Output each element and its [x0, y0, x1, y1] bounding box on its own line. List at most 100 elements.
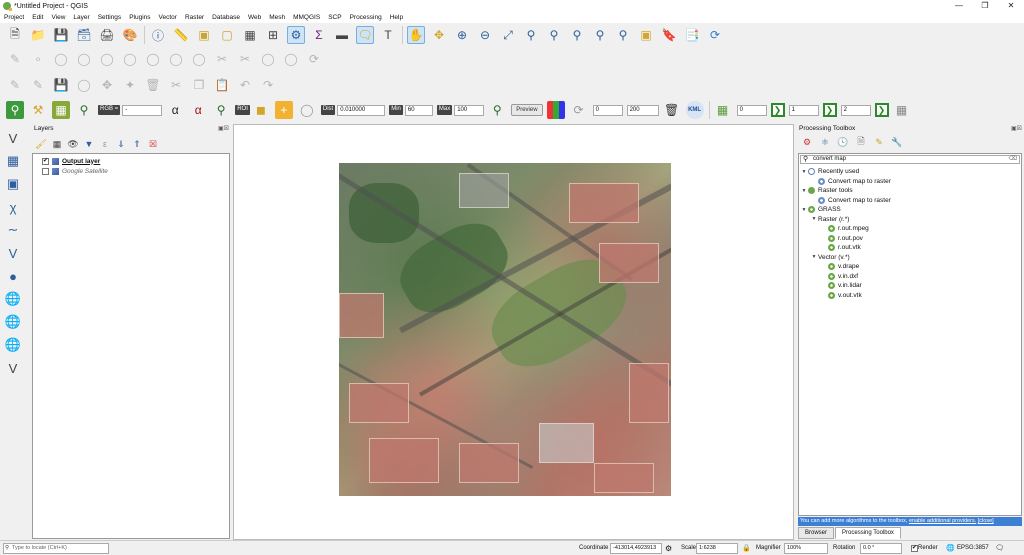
history-icon[interactable]: 🕓: [837, 136, 849, 148]
band-a-next-icon[interactable]: ❯: [770, 103, 785, 117]
move-feature-icon[interactable]: ✥: [98, 76, 116, 94]
toolbox-tree-item[interactable]: Convert map to raster: [800, 196, 1020, 206]
menu-web[interactable]: Web: [248, 14, 261, 21]
scp-roi-icon[interactable]: α: [189, 101, 207, 119]
offset-curve-icon[interactable]: ◯: [190, 50, 208, 68]
toolbox-tree-item[interactable]: v.in.dxf: [800, 272, 1020, 282]
add-group-icon[interactable]: ▦: [51, 138, 63, 150]
text-annotation-icon[interactable]: T: [379, 26, 397, 44]
zoom-to-layer-icon[interactable]: ⚲: [545, 26, 563, 44]
coordinate-field[interactable]: -413014,4923913: [610, 543, 662, 554]
toolbox-tree-item[interactable]: r.out.vtk: [800, 243, 1020, 253]
crs-button[interactable]: EPSG:3857: [957, 544, 989, 553]
rotate-point-icon[interactable]: ⟳: [305, 50, 323, 68]
zoom-to-selection-icon[interactable]: ⚲: [522, 26, 540, 44]
kml-icon[interactable]: KML: [685, 101, 704, 119]
band-b-input[interactable]: 1: [788, 104, 819, 116]
menu-processing[interactable]: Processing: [350, 14, 382, 21]
vertex-tool-icon[interactable]: ✦: [121, 76, 139, 94]
add-delimited-text-icon[interactable]: χ: [3, 198, 23, 216]
menu-database[interactable]: Database: [212, 14, 240, 21]
results-viewer-icon[interactable]: 🗎: [855, 136, 867, 148]
scp-tools-icon[interactable]: ⚒: [29, 101, 47, 119]
maximize-button[interactable]: ❐: [972, 0, 998, 12]
expand-arrow-icon[interactable]: ▼: [800, 207, 808, 213]
magnifier-field[interactable]: 100%: [784, 543, 828, 554]
add-part-icon[interactable]: ◯: [75, 50, 93, 68]
options-icon[interactable]: 🔧: [891, 136, 903, 148]
menu-view[interactable]: View: [51, 14, 65, 21]
expand-arrow-icon[interactable]: ▼: [800, 169, 808, 175]
add-wcs-icon[interactable]: 🌐: [3, 336, 23, 354]
edit-pencil-icon[interactable]: ✎: [29, 76, 47, 94]
new-project-icon[interactable]: 🗎: [6, 26, 24, 44]
clear-search-icon[interactable]: ⌫: [1009, 156, 1017, 163]
scp-signature-icon[interactable]: α: [166, 101, 184, 119]
refresh-icon[interactable]: ⟳: [706, 26, 724, 44]
measure-line-icon[interactable]: ▬: [333, 26, 351, 44]
max-input[interactable]: 100: [454, 104, 485, 116]
close-notice-link[interactable]: [close]: [978, 518, 994, 524]
paste-icon[interactable]: 📋: [213, 76, 231, 94]
scp-zoom-roi-icon[interactable]: ⚲: [212, 101, 230, 119]
zoom-full-icon[interactable]: ⤢: [499, 26, 517, 44]
delete-part-icon[interactable]: ◯: [144, 50, 162, 68]
pan-to-selection-icon[interactable]: ✥: [430, 26, 448, 44]
range-end-input[interactable]: 200: [626, 104, 659, 116]
zoom-out-icon[interactable]: ⊖: [476, 26, 494, 44]
locator-input[interactable]: ⚲ Type to locate (Ctrl+K): [3, 543, 109, 554]
new-map-view-icon[interactable]: ▣: [637, 26, 655, 44]
menu-plugins[interactable]: Plugins: [129, 14, 150, 21]
toggle-extents-icon[interactable]: ⚙: [665, 544, 672, 553]
pan-map-icon[interactable]: ✋: [407, 26, 425, 44]
add-spatialite-icon[interactable]: V: [3, 244, 23, 262]
toolbox-tree-item[interactable]: ▼ GRASS: [800, 205, 1020, 215]
layer-row-google-satellite[interactable]: Google Satellite: [33, 166, 229, 176]
lock-scale-icon[interactable]: 🔒: [742, 544, 751, 553]
close-button[interactable]: ✕: [998, 0, 1024, 12]
add-vector-layer-icon[interactable]: V: [3, 129, 23, 147]
open-attribute-table-icon[interactable]: ▦: [241, 26, 259, 44]
digitize-icon[interactable]: ✎: [6, 50, 24, 68]
map-tips-icon[interactable]: 🗨: [356, 26, 374, 44]
scp-classification-icon[interactable]: [546, 101, 565, 119]
manage-visibility-icon[interactable]: 👁: [67, 138, 79, 150]
rotation-field[interactable]: 0.0 °: [860, 543, 902, 554]
zoom-in-icon[interactable]: ⊕: [453, 26, 471, 44]
menu-scp[interactable]: SCP: [328, 14, 341, 21]
save-project-icon[interactable]: 💾: [52, 26, 70, 44]
expand-all-icon[interactable]: ⇓: [115, 138, 127, 150]
menu-vector[interactable]: Vector: [159, 14, 177, 21]
toolbox-icon[interactable]: ⚙: [287, 26, 305, 44]
toolbox-tree-item[interactable]: ▼ Recently used: [800, 167, 1020, 177]
zoom-native-icon[interactable]: ⚲: [568, 26, 586, 44]
scp-redo-icon[interactable]: ⟳: [570, 101, 588, 119]
menu-edit[interactable]: Edit: [32, 14, 43, 21]
tab-processing-toolbox[interactable]: Processing Toolbox: [835, 527, 901, 539]
band-c-input[interactable]: 2: [840, 104, 871, 116]
remove-layer-icon[interactable]: ☒: [147, 138, 159, 150]
node-tool-icon[interactable]: ∘: [29, 50, 47, 68]
scp-redo-roi-icon[interactable]: ◯: [298, 101, 316, 119]
enable-providers-link[interactable]: enable additional providers.: [909, 518, 976, 524]
menu-help[interactable]: Help: [390, 14, 403, 21]
menu-mesh[interactable]: Mesh: [269, 14, 285, 21]
add-postgis-icon[interactable]: ●: [3, 267, 23, 285]
field-calculator-icon[interactable]: ⊞: [264, 26, 282, 44]
scp-band-grid-icon[interactable]: ▦: [714, 101, 732, 119]
merge-attributes-icon[interactable]: ◯: [282, 50, 300, 68]
undo-icon[interactable]: ↶: [236, 76, 254, 94]
dist-input[interactable]: 0.010000: [337, 104, 386, 116]
range-start-input[interactable]: 0: [592, 104, 623, 116]
identify-icon[interactable]: ⓘ: [149, 26, 167, 44]
zoom-last-icon[interactable]: ⚲: [591, 26, 609, 44]
scp-zoom-icon[interactable]: ⚲: [75, 101, 93, 119]
add-feature-icon[interactable]: ◯: [75, 76, 93, 94]
toolbox-tree-item[interactable]: v.in.lidar: [800, 281, 1020, 291]
add-gpx-icon[interactable]: ∼: [3, 221, 23, 239]
measure-icon[interactable]: 📏: [172, 26, 190, 44]
add-ring-icon[interactable]: ◯: [52, 50, 70, 68]
open-project-icon[interactable]: 📁: [29, 26, 47, 44]
scp-band-set-icon[interactable]: ▦: [52, 101, 70, 119]
toolbox-tree-item[interactable]: Convert map to raster: [800, 177, 1020, 187]
